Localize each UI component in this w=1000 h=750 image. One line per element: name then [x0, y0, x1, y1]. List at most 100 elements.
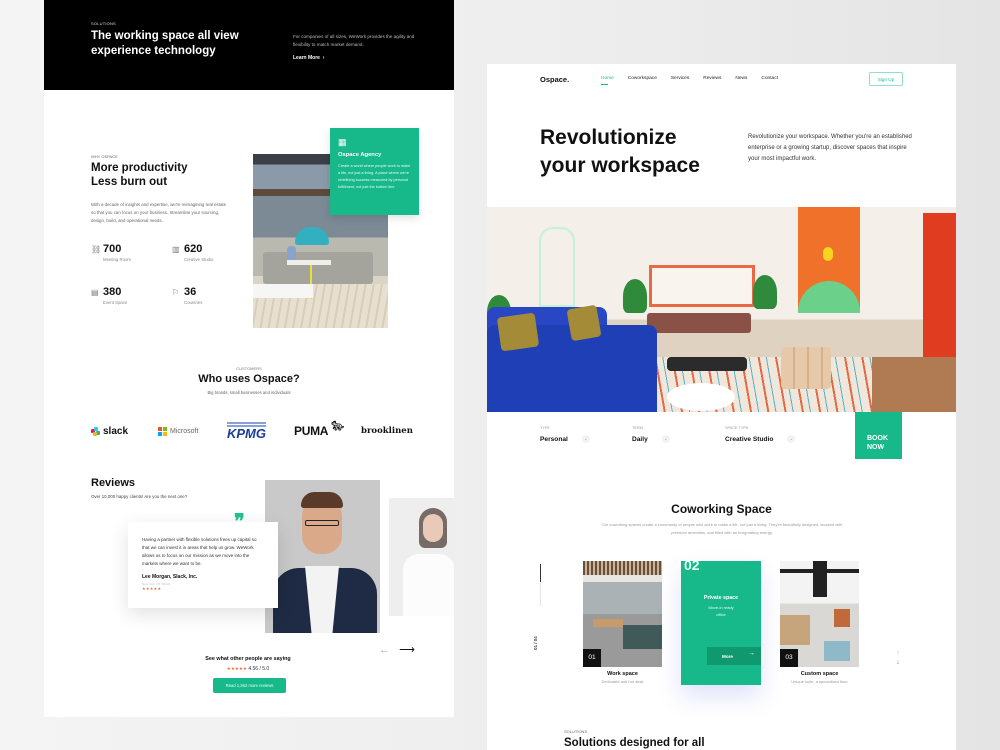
why-description: With a decade of insights and expertise,… — [91, 202, 227, 223]
book-now-line1: BOOK — [867, 434, 888, 442]
hero-eyebrow: SOLUTIONS — [91, 21, 116, 26]
photo-stools — [781, 347, 831, 389]
main-nav: Home Coworkspace Services Reviews News C… — [601, 76, 792, 85]
photo-plant — [753, 275, 777, 309]
coworking-description: Our coworking spaces create a community … — [601, 522, 843, 535]
solutions-eyebrow: SOLUTIONS — [564, 729, 588, 734]
card-number: 01 — [583, 649, 601, 667]
sign-up-button[interactable]: Sign Up — [869, 72, 903, 86]
customers-eyebrow: CUSTOMERS — [236, 366, 262, 371]
photo-neon-cactus — [539, 227, 575, 307]
term-select[interactable]: TERM Daily ⌄ — [632, 426, 670, 443]
brand-logo[interactable]: Ospace. — [540, 75, 569, 84]
card-title: Private space — [703, 595, 739, 601]
brooklinen-logo: brooklinen — [361, 418, 413, 444]
space-card-work[interactable]: 01 Work space Dedicated and hot desk — [583, 561, 662, 684]
microsoft-wordmark: Microsoft — [170, 427, 199, 435]
hero-description: Revolutionize your workspace. Whether yo… — [748, 134, 912, 162]
space-type-select[interactable]: SPACE TYPE Creative Studio ⌄ — [725, 426, 796, 443]
space-type-label: SPACE TYPE — [725, 426, 749, 430]
hero-heading: Revolutionize your workspace — [540, 124, 740, 180]
more-button[interactable]: More → — [707, 647, 761, 665]
stat-value: 700 — [103, 243, 122, 255]
arrow-right-icon[interactable]: ⟶ — [399, 644, 415, 656]
stat-label: Creative Studio — [184, 257, 214, 262]
arrow-down-icon[interactable]: ↓ — [893, 658, 903, 667]
stat-value: 620 — [184, 243, 203, 255]
review-author: Lee Morgan, Slack, Inc. — [142, 574, 198, 580]
type-value: Personal — [540, 435, 568, 443]
photo-window — [649, 265, 755, 307]
brooklinen-wordmark: brooklinen — [361, 426, 413, 436]
stat-value: 380 — [103, 286, 122, 298]
reviews-subtitle: Over 10,000 happy clients! Are you the n… — [91, 494, 188, 499]
photo-pillow — [566, 304, 602, 342]
photo-hair — [301, 492, 343, 508]
more-label: More — [722, 653, 733, 659]
puma-wordmark: PUMA — [294, 424, 329, 438]
puma-logo: PUMA 🐆︎ — [294, 418, 344, 444]
card-subtitle: Dedicated and hot desk — [601, 679, 644, 684]
nav-coworkspace[interactable]: Coworkspace — [628, 76, 657, 81]
why-eyebrow: WHY OSPACE — [91, 154, 118, 159]
photo-back-sofa — [647, 313, 751, 333]
type-label: TYPE — [540, 426, 550, 430]
arrow-right-icon: → — [748, 650, 755, 657]
type-select[interactable]: TYPE Personal ⌄ — [540, 426, 590, 443]
stat-value: 36 — [184, 286, 197, 298]
building-icon: ▦ — [338, 137, 347, 147]
learn-more-link[interactable]: Learn More › — [293, 55, 324, 61]
chevron-down-icon[interactable]: ⌄ — [581, 435, 590, 443]
photo-coffee-table — [667, 357, 747, 371]
agency-description: Create a world where people work to make… — [338, 164, 411, 189]
lounge-hero-image — [487, 207, 956, 412]
why-title-line2: Less burn out — [91, 176, 168, 188]
nav-reviews[interactable]: Reviews — [703, 76, 721, 81]
event-space-icon: ▤ — [91, 288, 99, 297]
microsoft-icon — [158, 426, 167, 436]
nav-services[interactable]: Services — [671, 76, 689, 81]
right-page: Ospace. Home Coworkspace Services Review… — [487, 64, 956, 750]
meeting-room-icon: ⛓ — [91, 245, 102, 254]
puma-cat-icon: 🐆︎ — [331, 420, 344, 432]
review-quote: Having a partner with flexible solutions… — [142, 537, 257, 566]
reviewer-photo — [265, 480, 380, 633]
book-now-button[interactable]: BOOK NOW — [855, 412, 902, 459]
hero-description: For companies of all sizes, WeWork provi… — [293, 34, 415, 47]
photo-desk — [253, 284, 313, 298]
slider-progress[interactable] — [540, 564, 541, 606]
card-subtitle: Unique suite, a specialized floor — [791, 679, 848, 684]
next-reviewer-photo[interactable] — [389, 498, 454, 616]
stat-label: Countries — [184, 300, 203, 305]
review-card: Having a partner with flexible solutions… — [128, 522, 278, 608]
customer-logos: slack Microsoft KPMG PUMA 🐆︎ brooklinen — [91, 418, 413, 444]
slack-icon — [91, 426, 100, 436]
arrow-left-icon[interactable]: ← — [379, 644, 390, 656]
read-more-reviews-button[interactable]: Read 1,262 more reviews — [213, 678, 286, 693]
card-subtitle: Move-in ready office — [708, 605, 734, 617]
rating-value: 4.56 / 5.0 — [248, 666, 270, 672]
term-label: TERM — [632, 426, 643, 430]
slider-arrows: ↑ ↓ — [893, 649, 903, 667]
photo-booth — [263, 252, 373, 284]
hero-title: The working space all view experience te… — [91, 30, 239, 57]
review-stars: ★★★★★ — [142, 586, 162, 591]
coworking-title: Coworking Space — [671, 502, 772, 516]
chevron-down-icon[interactable]: ⌄ — [661, 435, 670, 443]
space-card-custom[interactable]: 03 Custom space Unique suite, a speciali… — [780, 561, 859, 684]
photo-table — [287, 260, 331, 265]
learn-more-label: Learn More — [293, 55, 320, 61]
chevron-right-icon: › — [321, 55, 325, 61]
arrow-up-icon[interactable]: ↑ — [893, 649, 903, 658]
chevron-down-icon[interactable]: ⌄ — [787, 435, 796, 443]
nav-home[interactable]: Home — [601, 76, 614, 85]
nav-contact[interactable]: Contact — [761, 76, 778, 81]
why-title: More productivity Less burn out — [91, 161, 221, 189]
solutions-title: Solutions designed for all — [564, 737, 705, 749]
nav-news[interactable]: News — [735, 76, 747, 81]
photo-wall-art — [798, 207, 860, 313]
space-card-private[interactable]: 02 Private space Move-in ready office Mo… — [681, 557, 761, 685]
photo-glasses — [305, 520, 339, 526]
stat-label: Event Space — [103, 300, 128, 305]
work-space-image: 01 — [583, 561, 662, 667]
